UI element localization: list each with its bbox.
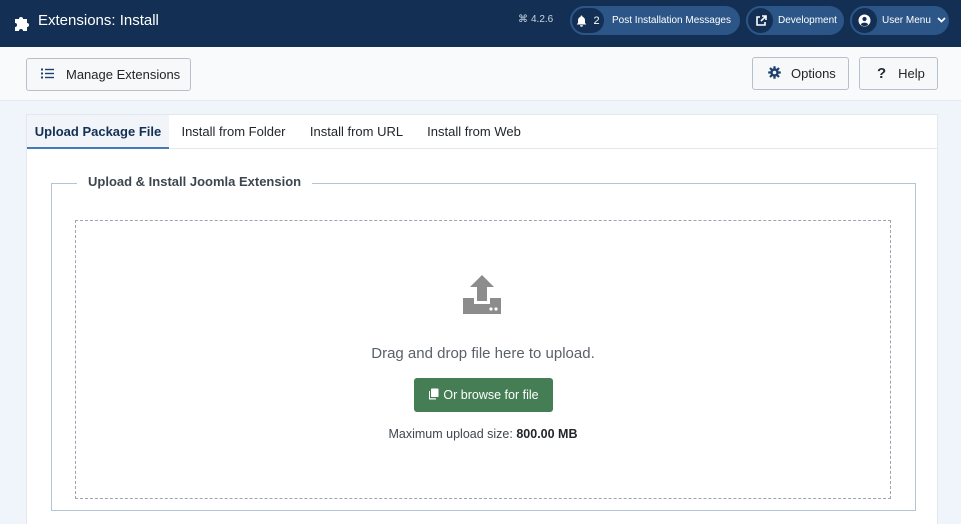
toolbar: Manage Extensions Options ? Help [0, 47, 961, 101]
chevron-down-icon [937, 15, 946, 26]
development-button[interactable]: Development [746, 6, 844, 35]
question-icon: ? [877, 65, 887, 82]
copy-icon [428, 388, 439, 403]
tab-install-from-web[interactable]: Install from Web [415, 115, 533, 149]
max-upload-size: Maximum upload size: 800.00 MB [76, 427, 890, 441]
page-title: Extensions: Install [38, 12, 159, 29]
tab-install-from-folder[interactable]: Install from Folder [169, 115, 298, 149]
tab-install-from-url[interactable]: Install from URL [298, 115, 415, 149]
help-button[interactable]: ? Help [859, 57, 938, 90]
version-number: 4.2.6 [531, 14, 554, 25]
top-header: Extensions: Install ⌘ 4.2.6 2 Post Insta… [0, 0, 961, 47]
drop-zone[interactable]: Drag and drop file here to upload. Or br… [75, 220, 891, 499]
install-tabs: Upload Package File Install from Folder … [27, 115, 937, 149]
manage-extensions-label: Manage Extensions [66, 67, 181, 82]
dev-label: Development [778, 15, 837, 26]
user-circle-icon [850, 6, 879, 35]
user-menu-button[interactable]: User Menu [850, 6, 949, 35]
upload-icon [462, 275, 502, 315]
puzzle-icon [13, 13, 33, 33]
options-label: Options [791, 66, 836, 81]
joomla-icon: ⌘ [518, 14, 528, 25]
post-installation-messages-button[interactable]: 2 Post Installation Messages [570, 6, 740, 35]
bell-icon [577, 15, 587, 27]
external-link-icon [746, 6, 775, 35]
browse-file-button[interactable]: Or browse for file [414, 378, 553, 412]
notification-badge: 2 [570, 6, 606, 35]
options-button[interactable]: Options [752, 57, 849, 90]
install-card: Upload Package File Install from Folder … [26, 114, 938, 524]
help-label: Help [898, 66, 925, 81]
user-label: User Menu [882, 15, 931, 26]
post-count: 2 [593, 14, 600, 27]
manage-extensions-button[interactable]: Manage Extensions [26, 58, 191, 91]
max-size-value: 800.00 MB [516, 427, 578, 441]
gear-icon [768, 65, 781, 82]
max-size-label: Maximum upload size: [388, 427, 513, 441]
version-info: ⌘ 4.2.6 [518, 14, 553, 25]
upload-legend: Upload & Install Joomla Extension [77, 174, 313, 189]
tab-upload-package-file[interactable]: Upload Package File [27, 115, 169, 149]
post-label: Post Installation Messages [612, 15, 731, 26]
list-icon [41, 67, 54, 82]
drag-drop-text: Drag and drop file here to upload. [371, 345, 595, 362]
browse-label: Or browse for file [443, 388, 539, 402]
